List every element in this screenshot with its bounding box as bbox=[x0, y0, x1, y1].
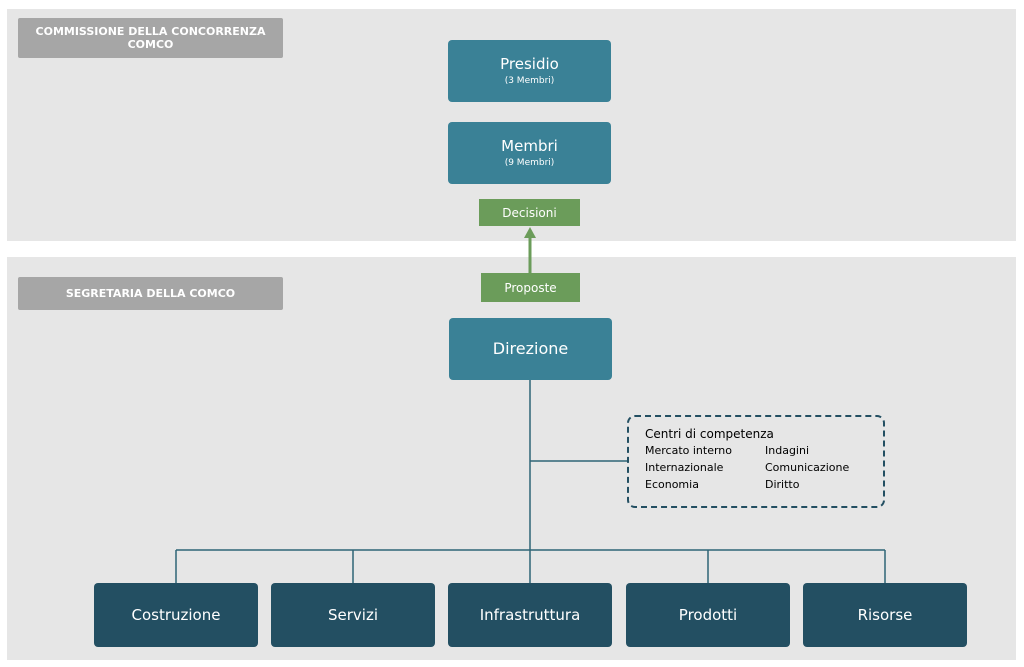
presidio-subtitle: (3 Membri) bbox=[504, 76, 555, 86]
competence-item: Indagini bbox=[765, 444, 810, 457]
competence-centers-box: Centri di competenza Mercato interno Ind… bbox=[627, 415, 885, 508]
competence-item: Economia bbox=[645, 478, 699, 491]
presidio-box: Presidio (3 Membri) bbox=[448, 40, 611, 102]
membri-subtitle: (9 Membri) bbox=[504, 158, 555, 168]
department-risorse: Risorse bbox=[803, 583, 967, 647]
membri-box: Membri (9 Membri) bbox=[448, 122, 611, 184]
competence-centers-list: Mercato interno Indagini Internazionale … bbox=[645, 442, 883, 493]
membri-title: Membri bbox=[501, 137, 558, 155]
competence-centers-title: Centri di competenza bbox=[645, 427, 774, 441]
department-infrastruttura: Infrastruttura bbox=[448, 583, 612, 647]
competence-item: Diritto bbox=[765, 478, 800, 491]
arrow-up-icon bbox=[524, 227, 536, 238]
proposte-tag: Proposte bbox=[481, 273, 580, 302]
direzione-title: Direzione bbox=[492, 339, 569, 358]
competence-item: Internazionale bbox=[645, 461, 724, 474]
department-costruzione: Costruzione bbox=[94, 583, 258, 647]
department-servizi: Servizi bbox=[271, 583, 435, 647]
competence-item: Mercato interno bbox=[645, 444, 733, 457]
department-prodotti: Prodotti bbox=[626, 583, 790, 647]
direzione-box: Direzione bbox=[449, 318, 612, 380]
decisioni-tag: Decisioni bbox=[479, 199, 580, 226]
competence-item: Comunicazione bbox=[765, 461, 850, 474]
presidio-title: Presidio bbox=[500, 55, 559, 73]
